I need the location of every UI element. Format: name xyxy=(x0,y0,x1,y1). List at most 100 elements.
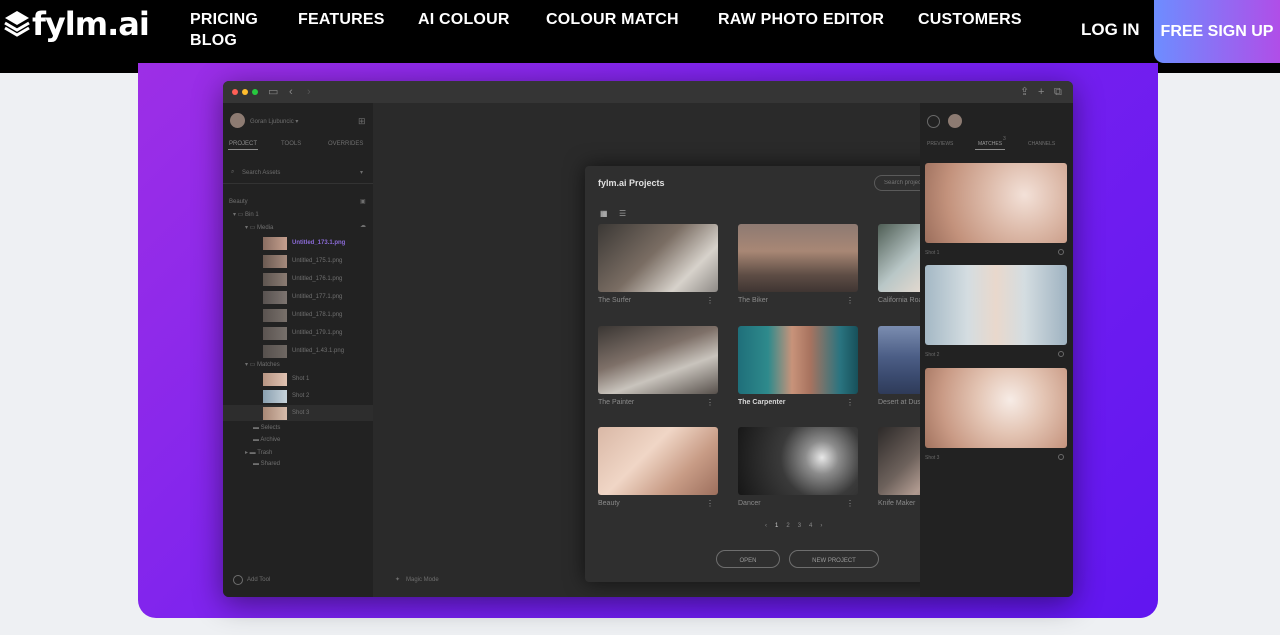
add-tool-button[interactable]: Add Tool xyxy=(247,577,270,583)
project-thumbnail xyxy=(598,326,718,394)
new-project-button[interactable]: NEW PROJECT xyxy=(789,550,879,568)
tree-bin[interactable]: ▾ ▭ Bin 1 xyxy=(233,211,259,218)
grid-view-icon[interactable]: ▦ xyxy=(600,209,608,218)
tree-media[interactable]: ▾ ▭ Media xyxy=(245,224,273,231)
project-title: Desert at Dusk xyxy=(878,399,925,406)
project-card[interactable]: Beauty ⋮ xyxy=(598,427,718,508)
magic-mode-button[interactable]: Magic Mode xyxy=(406,577,439,583)
settings-icon[interactable] xyxy=(927,115,940,128)
nav-ai-colour[interactable]: AI COLOUR xyxy=(418,10,510,30)
grid-icon[interactable]: ⊞ xyxy=(358,116,366,127)
shot-thumb xyxy=(263,373,287,386)
project-card[interactable]: The Carpenter ⋮ xyxy=(738,326,858,407)
tab-tools[interactable]: TOOLS xyxy=(281,141,301,147)
file-thumb xyxy=(263,291,287,304)
tab-overrides[interactable]: OVERRIDES xyxy=(328,141,363,147)
file-item[interactable]: Untitled_178.1.png xyxy=(292,312,342,318)
sidebar-toggle-icon[interactable]: ▭ xyxy=(268,85,278,99)
project-card[interactable]: The Biker ⋮ xyxy=(738,224,858,305)
nav-blog[interactable]: BLOG xyxy=(190,31,237,51)
tree-matches-label: Matches xyxy=(257,362,280,368)
close-dot-icon[interactable] xyxy=(232,89,238,95)
back-icon[interactable]: ‹ xyxy=(289,85,293,99)
file-thumb xyxy=(263,309,287,322)
shot-item[interactable]: Shot 2 xyxy=(292,393,309,399)
page-number[interactable]: 3 xyxy=(798,523,801,529)
folder-archive[interactable]: ▬ Archive xyxy=(253,437,280,443)
project-card[interactable]: The Surfer ⋮ xyxy=(598,224,718,305)
magic-wand-icon[interactable]: ✦ xyxy=(395,576,400,583)
search-assets-input[interactable]: Search Assets xyxy=(242,170,280,176)
free-signup-button[interactable]: FREE SIGN UP xyxy=(1154,0,1280,63)
logo[interactable]: fylm.ai xyxy=(4,8,150,40)
project-card[interactable]: The Painter ⋮ xyxy=(598,326,718,407)
nav-customers[interactable]: CUSTOMERS xyxy=(918,10,1022,30)
minimize-dot-icon[interactable] xyxy=(242,89,248,95)
forward-icon[interactable]: › xyxy=(307,85,311,99)
file-item[interactable]: Untitled_1.43.1.png xyxy=(292,348,344,354)
nav-raw-photo-editor[interactable]: RAW PHOTO EDITOR xyxy=(718,10,884,30)
tabs-icon[interactable]: ⧉ xyxy=(1054,85,1062,99)
shot-item[interactable]: Shot 1 xyxy=(292,376,309,382)
project-thumbnail xyxy=(598,224,718,292)
match-check-icon[interactable] xyxy=(1058,454,1064,460)
more-icon[interactable]: ⋮ xyxy=(706,499,714,508)
project-thumbnail xyxy=(598,427,718,495)
file-item[interactable]: Untitled_176.1.png xyxy=(292,276,342,282)
login-link[interactable]: LOG IN xyxy=(1081,20,1140,40)
tab-previews[interactable]: PREVIEWS xyxy=(927,141,953,147)
tree-matches[interactable]: ▾ ▭ Matches xyxy=(245,361,280,368)
add-tool-icon[interactable] xyxy=(233,575,243,585)
nav-colour-match[interactable]: COLOUR MATCH xyxy=(546,10,679,30)
avatar[interactable] xyxy=(948,114,962,128)
folder-label: Archive xyxy=(260,437,281,443)
upload-icon[interactable]: ☁ xyxy=(360,222,366,229)
folder-trash[interactable]: ▸ ▬ Trash xyxy=(245,449,272,456)
more-icon[interactable]: ⋮ xyxy=(846,296,854,305)
more-icon[interactable]: ⋮ xyxy=(846,499,854,508)
file-item[interactable]: Untitled_173.1.png xyxy=(292,240,345,246)
shot-item[interactable]: Shot 3 xyxy=(292,410,309,416)
match-thumbnail[interactable] xyxy=(925,265,1067,345)
match-check-icon[interactable] xyxy=(1058,249,1064,255)
tree-bin-label: Bin 1 xyxy=(245,212,259,218)
match-thumbnail[interactable] xyxy=(925,368,1067,448)
zoom-dot-icon[interactable] xyxy=(252,89,258,95)
user-name[interactable]: Goran Ljubuncic ▾ xyxy=(250,118,298,125)
file-thumb xyxy=(263,237,287,250)
page-prev[interactable]: ‹ xyxy=(765,523,767,529)
match-thumbnail[interactable] xyxy=(925,163,1067,243)
folder-shared[interactable]: ▬ Shared xyxy=(253,461,280,467)
folder-add-icon[interactable]: ▣ xyxy=(360,198,366,205)
more-icon[interactable]: ⋮ xyxy=(706,296,714,305)
file-thumb xyxy=(263,327,287,340)
list-view-icon[interactable]: ☰ xyxy=(619,209,626,218)
tab-channels[interactable]: CHANNELS xyxy=(1028,141,1055,147)
page-number[interactable]: 4 xyxy=(809,523,812,529)
open-button[interactable]: OPEN xyxy=(716,550,780,568)
page-next[interactable]: › xyxy=(820,523,822,529)
nav-pricing[interactable]: PRICING xyxy=(190,10,258,30)
more-icon[interactable]: ⋮ xyxy=(846,398,854,407)
file-item[interactable]: Untitled_177.1.png xyxy=(292,294,342,300)
search-icon: ⌕ xyxy=(231,169,235,175)
page-number[interactable]: 2 xyxy=(786,523,789,529)
project-card[interactable]: Dancer ⋮ xyxy=(738,427,858,508)
more-icon[interactable]: ⋮ xyxy=(706,398,714,407)
matches-badge: 3 xyxy=(1003,136,1006,142)
avatar[interactable] xyxy=(230,113,245,128)
file-item[interactable]: Untitled_179.1.png xyxy=(292,330,342,336)
share-icon[interactable]: ⇪ xyxy=(1020,85,1029,99)
match-check-icon[interactable] xyxy=(1058,351,1064,357)
page-number[interactable]: 1 xyxy=(775,523,778,529)
match-label: Shot 2 xyxy=(925,352,940,358)
filter-icon[interactable]: ▾ xyxy=(360,169,363,176)
modal-title: fylm.ai Projects xyxy=(598,178,665,188)
tab-matches[interactable]: MATCHES xyxy=(978,141,1002,147)
file-item[interactable]: Untitled_175.1.png xyxy=(292,258,342,264)
new-tab-icon[interactable]: + xyxy=(1038,85,1044,99)
folder-selects[interactable]: ▬ Selects xyxy=(253,425,280,431)
nav-features[interactable]: FEATURES xyxy=(298,10,385,30)
tree-root[interactable]: Beauty xyxy=(229,199,248,205)
tab-project[interactable]: PROJECT xyxy=(229,141,257,147)
